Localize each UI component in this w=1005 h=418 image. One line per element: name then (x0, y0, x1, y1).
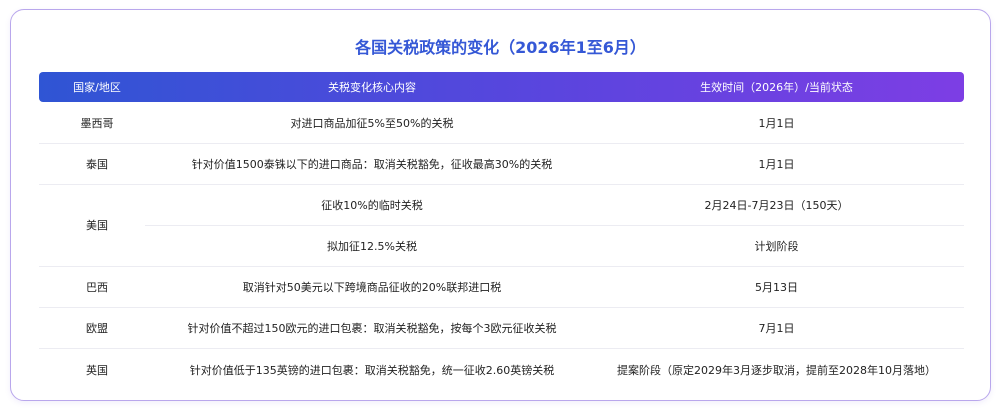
header-status: 生效时间（2026年）/当前状态 (700, 81, 853, 94)
cell-country-brazil: 巴西 (86, 280, 108, 294)
header-country: 国家/地区 (73, 81, 121, 94)
cell-change-thailand: 针对价值1500泰铢以下的进口商品：取消关税豁免，征收最高30%的关税 (191, 157, 553, 171)
cell-country-mexico: 墨西哥 (80, 116, 114, 130)
cell-status-mexico: 1月1日 (758, 116, 795, 130)
cell-status-brazil: 5月13日 (755, 280, 798, 294)
cell-status-uk: 提案阶段（原定2029年3月逐步取消，提前至2028年10月落地） (617, 363, 936, 377)
policy-card: 各国关税政策的变化（2026年1至6月） 国家/地区 关税变化核心内容 生效时间… (10, 9, 991, 401)
cell-change-usa-2: 拟加征12.5%关税 (327, 239, 417, 253)
cell-status-usa-2: 计划阶段 (754, 239, 799, 253)
cell-change-usa-1: 征收10%的临时关税 (321, 198, 423, 212)
cell-change-uk: 针对价值低于135英镑的进口包裹：取消关税豁免，统一征收2.60英镑关税 (189, 363, 555, 377)
cell-change-mexico: 对进口商品加征5%至50%的关税 (290, 116, 454, 130)
cell-change-eu: 针对价值不超过150欧元的进口包裹：取消关税豁免，按每个3欧元征收关税 (187, 321, 557, 335)
cell-country-eu: 欧盟 (86, 321, 108, 335)
cell-country-uk: 英国 (86, 363, 108, 377)
cell-country-thailand: 泰国 (86, 157, 108, 171)
table-body: 墨西哥 对进口商品加征5%至50%的关税 1月1日 泰国 针对价值1500泰铢以… (39, 102, 964, 402)
cell-status-eu: 7月1日 (758, 321, 795, 335)
table-header: 国家/地区 关税变化核心内容 生效时间（2026年）/当前状态 (39, 72, 964, 102)
cell-change-brazil: 取消针对50美元以下跨境商品征收的20%联邦进口税 (242, 280, 502, 294)
tariff-table: 国家/地区 关税变化核心内容 生效时间（2026年）/当前状态 墨西哥 对进口商… (39, 72, 964, 402)
cell-status-usa-1: 2月24日-7月23日（150天） (704, 198, 849, 212)
cell-status-thailand: 1月1日 (758, 157, 795, 171)
cell-country-usa: 美国 (86, 219, 108, 232)
header-change: 关税变化核心内容 (328, 81, 416, 94)
page-title: 各国关税政策的变化（2026年1至6月） (355, 38, 646, 57)
